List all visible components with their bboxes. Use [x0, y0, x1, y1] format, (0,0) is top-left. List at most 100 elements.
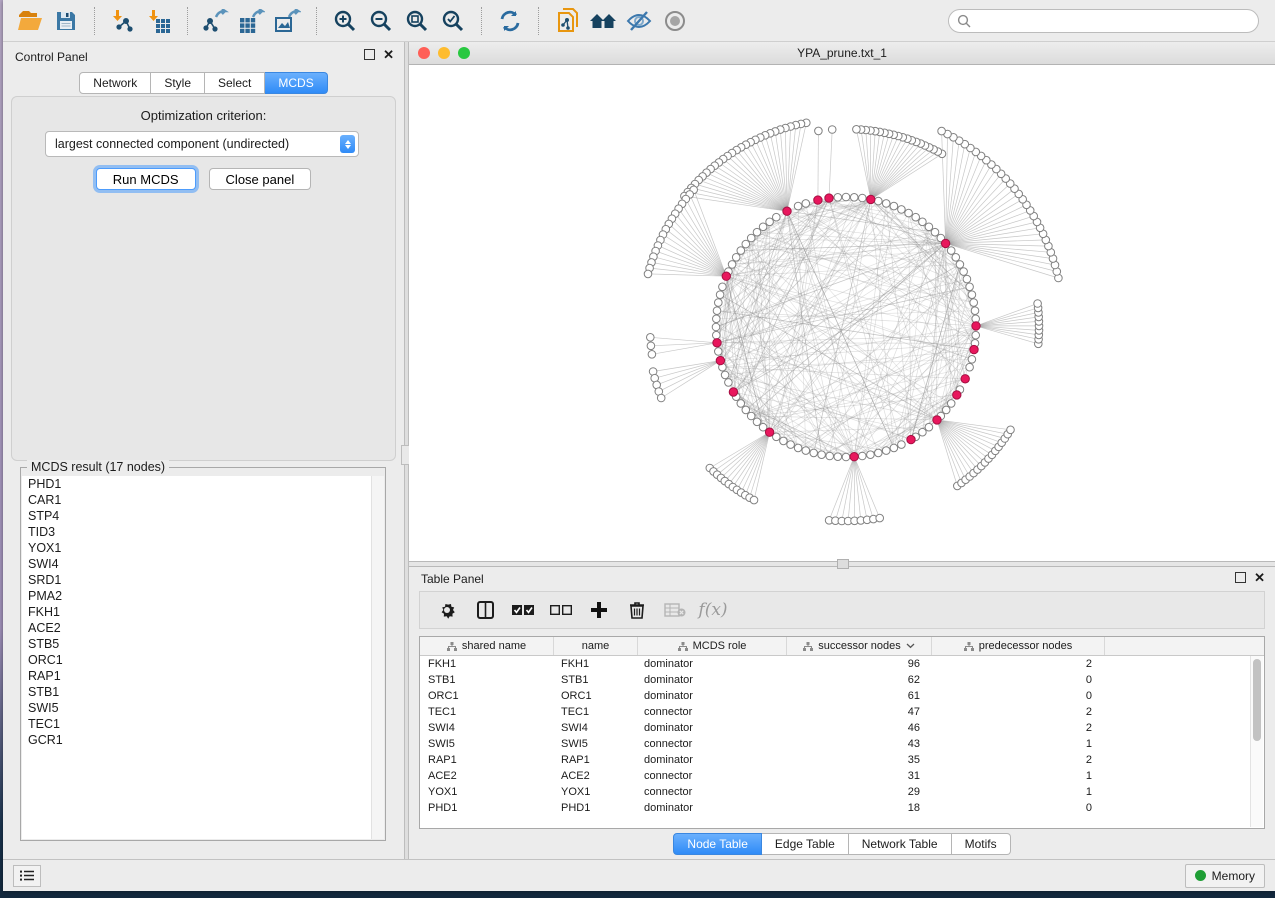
- export-image-icon[interactable]: [271, 5, 305, 37]
- network-node[interactable]: [875, 197, 883, 205]
- network-node[interactable]: [931, 228, 939, 236]
- hide-selected-icon[interactable]: [622, 5, 656, 37]
- tab-motifs[interactable]: Motifs: [952, 833, 1011, 855]
- network-node[interactable]: [925, 423, 933, 431]
- apply-function-icon[interactable]: f(x): [694, 595, 732, 625]
- network-node[interactable]: [960, 268, 968, 276]
- network-node[interactable]: [919, 428, 927, 436]
- network-node[interactable]: [737, 400, 745, 408]
- run-mcds-button[interactable]: Run MCDS: [96, 168, 196, 190]
- network-node[interactable]: [968, 291, 976, 299]
- search-box[interactable]: [948, 9, 1259, 33]
- delete-column-icon[interactable]: [618, 595, 656, 625]
- network-node[interactable]: [867, 451, 875, 459]
- network-node[interactable]: [647, 342, 655, 350]
- deselect-all-icon[interactable]: [542, 595, 580, 625]
- close-panel-button[interactable]: Close panel: [209, 168, 312, 190]
- network-node[interactable]: [750, 496, 758, 504]
- network-node[interactable]: [859, 194, 867, 202]
- close-panel-icon[interactable]: ✕: [383, 50, 394, 60]
- network-node[interactable]: [947, 400, 955, 408]
- result-list-scrollbar[interactable]: [371, 476, 384, 839]
- network-node[interactable]: [742, 240, 750, 248]
- network-node[interactable]: [850, 194, 858, 202]
- network-node[interactable]: [890, 444, 898, 452]
- network-node[interactable]: [747, 412, 755, 420]
- add-column-icon[interactable]: [580, 595, 618, 625]
- network-node[interactable]: [713, 331, 721, 339]
- column-header-shared-name[interactable]: shared name: [420, 637, 554, 655]
- network-node[interactable]: [725, 379, 733, 387]
- network-node[interactable]: [747, 234, 755, 242]
- mcds-result-item[interactable]: YOX1: [22, 540, 384, 556]
- network-node[interactable]: [842, 453, 850, 461]
- network-node[interactable]: [898, 206, 906, 214]
- mcds-result-item[interactable]: RAP1: [22, 668, 384, 684]
- tab-network[interactable]: Network: [79, 72, 151, 94]
- memory-button[interactable]: Memory: [1185, 864, 1265, 888]
- mcds-hub-node[interactable]: [907, 435, 915, 443]
- network-node[interactable]: [905, 209, 913, 217]
- mcds-result-item[interactable]: SRD1: [22, 572, 384, 588]
- network-node[interactable]: [713, 307, 721, 315]
- network-node[interactable]: [719, 283, 727, 291]
- network-node[interactable]: [780, 437, 788, 445]
- table-options-icon[interactable]: [428, 595, 466, 625]
- mcds-hub-node[interactable]: [729, 388, 737, 396]
- float-panel-icon[interactable]: [364, 49, 375, 60]
- network-node[interactable]: [742, 406, 750, 414]
- network-node[interactable]: [875, 449, 883, 457]
- mcds-hub-node[interactable]: [713, 339, 721, 347]
- network-node[interactable]: [794, 202, 802, 210]
- network-node[interactable]: [882, 200, 890, 208]
- network-node[interactable]: [912, 213, 920, 221]
- network-node[interactable]: [1034, 300, 1042, 308]
- mcds-result-item[interactable]: TID3: [22, 524, 384, 540]
- mcds-hub-node[interactable]: [961, 375, 969, 383]
- show-all-icon[interactable]: [658, 5, 692, 37]
- mcds-hub-node[interactable]: [850, 453, 858, 461]
- network-node[interactable]: [956, 261, 964, 269]
- network-node[interactable]: [759, 223, 767, 231]
- network-node[interactable]: [834, 194, 842, 202]
- table-scrollbar-thumb[interactable]: [1253, 659, 1261, 741]
- network-node[interactable]: [648, 351, 656, 359]
- mcds-result-item[interactable]: STP4: [22, 508, 384, 524]
- table-row[interactable]: YOX1YOX1connector291: [420, 784, 1264, 800]
- import-table-icon[interactable]: [142, 5, 176, 37]
- network-node[interactable]: [963, 275, 971, 283]
- network-node[interactable]: [972, 331, 980, 339]
- table-row[interactable]: ACE2ACE2connector311: [420, 768, 1264, 784]
- network-node[interactable]: [810, 449, 818, 457]
- mcds-hub-node[interactable]: [953, 391, 961, 399]
- table-row[interactable]: STB1STB1dominator620: [420, 672, 1264, 688]
- table-row[interactable]: ORC1ORC1dominator610: [420, 688, 1264, 704]
- network-node[interactable]: [925, 223, 933, 231]
- close-window-icon[interactable]: [418, 47, 430, 59]
- tab-network-table[interactable]: Network Table: [849, 833, 952, 855]
- table-scrollbar[interactable]: [1250, 656, 1263, 827]
- network-node[interactable]: [815, 127, 823, 135]
- network-node[interactable]: [966, 283, 974, 291]
- tab-select[interactable]: Select: [205, 72, 265, 94]
- network-node[interactable]: [766, 218, 774, 226]
- network-node[interactable]: [737, 247, 745, 255]
- mcds-result-item[interactable]: CAR1: [22, 492, 384, 508]
- export-table-icon[interactable]: [235, 5, 269, 37]
- column-header-successor-nodes[interactable]: successor nodes: [787, 637, 932, 655]
- network-node[interactable]: [787, 441, 795, 449]
- mcds-hub-node[interactable]: [941, 239, 949, 247]
- network-node[interactable]: [644, 270, 652, 278]
- mcds-hub-node[interactable]: [825, 194, 833, 202]
- tab-style[interactable]: Style: [151, 72, 205, 94]
- delete-table-icon[interactable]: [656, 595, 694, 625]
- save-session-icon[interactable]: [49, 5, 83, 37]
- share-document-icon[interactable]: [550, 5, 584, 37]
- network-node[interactable]: [876, 514, 884, 522]
- minimize-window-icon[interactable]: [438, 47, 450, 59]
- network-node[interactable]: [753, 418, 761, 426]
- mcds-hub-node[interactable]: [972, 322, 980, 330]
- network-node[interactable]: [802, 200, 810, 208]
- network-node[interactable]: [715, 348, 723, 356]
- network-node[interactable]: [968, 356, 976, 364]
